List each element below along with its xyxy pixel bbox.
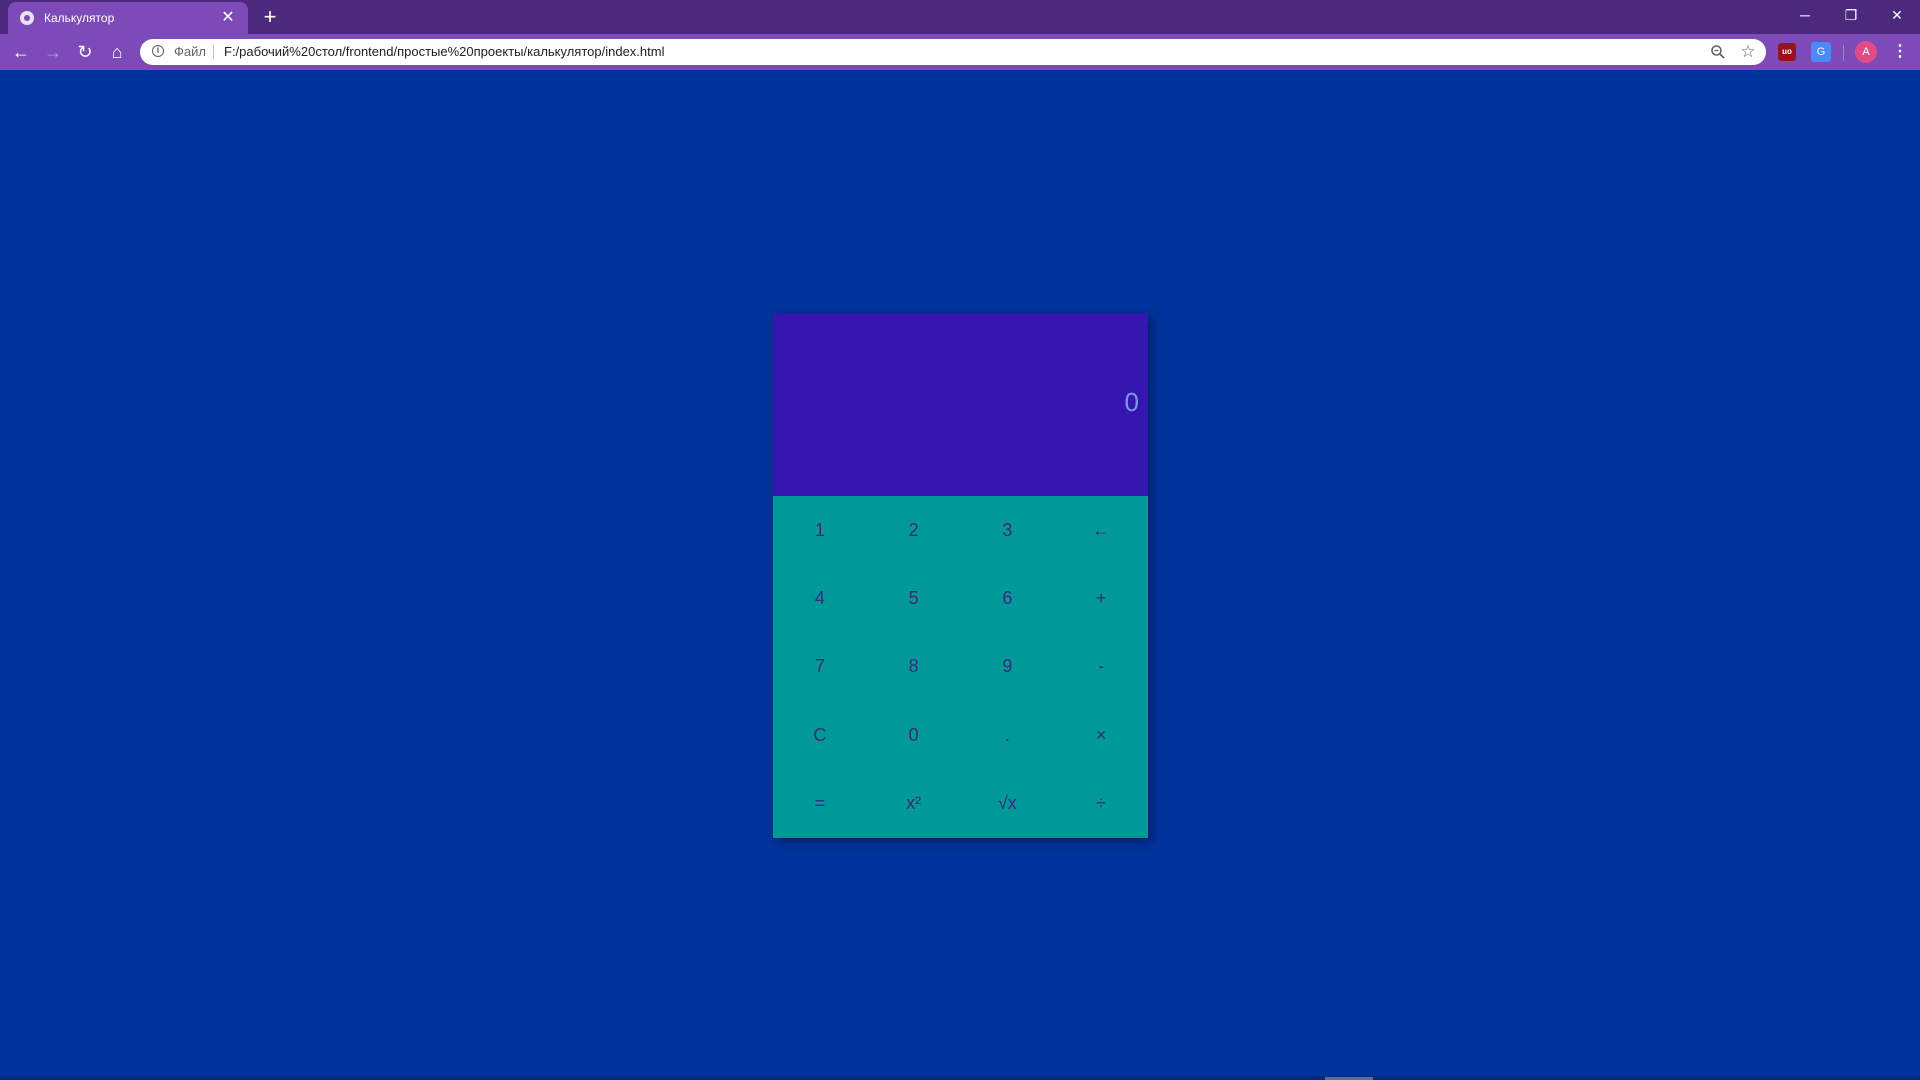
browser-toolbar: ← → ↻ ⌂ i Файл F:/рабочий%20стол/fronten… (0, 34, 1920, 70)
browser-chrome: Калькулятор ✕ + ─ ❐ ✕ ← → ↻ ⌂ i Файл F:/… (0, 0, 1920, 70)
translate-extension-icon[interactable]: G (1811, 42, 1831, 62)
tab-title: Калькулятор (44, 11, 115, 25)
tab-calculator[interactable]: Калькулятор ✕ (8, 2, 248, 34)
url-text[interactable]: F:/рабочий%20стол/frontend/простые%20про… (224, 44, 664, 60)
zoom-icon[interactable] (1710, 44, 1726, 60)
globe-icon (20, 11, 34, 25)
key-0[interactable]: 0 (867, 701, 961, 769)
back-button[interactable]: ← (9, 40, 33, 64)
profile-avatar[interactable]: A (1855, 41, 1877, 63)
restore-button[interactable]: ❐ (1828, 0, 1874, 30)
page-bottom-edge (0, 1076, 1920, 1080)
key-3[interactable]: 3 (961, 496, 1055, 564)
toolbar-divider (1843, 45, 1844, 61)
ublock-extension-icon[interactable]: uo (1778, 43, 1796, 61)
key-plus[interactable]: + (1054, 564, 1148, 632)
key-4[interactable]: 4 (773, 564, 867, 632)
reload-button[interactable]: ↻ (73, 40, 97, 64)
calculator-display: 0 (773, 313, 1148, 496)
window-controls: ─ ❐ ✕ (1782, 0, 1920, 30)
info-icon[interactable]: i (152, 45, 164, 57)
key-square[interactable]: x² (867, 770, 961, 838)
calculator: 0 1 2 3 ← 4 5 6 + 7 8 9 - C 0 . × = x² √… (773, 313, 1148, 838)
tab-close-icon[interactable]: ✕ (218, 8, 238, 28)
key-divide[interactable]: ÷ (1054, 770, 1148, 838)
key-1[interactable]: 1 (773, 496, 867, 564)
key-7[interactable]: 7 (773, 633, 867, 701)
forward-button[interactable]: → (41, 40, 65, 64)
browser-menu-icon[interactable]: ⋮ (1890, 41, 1910, 63)
key-equals[interactable]: = (773, 770, 867, 838)
minimize-button[interactable]: ─ (1782, 0, 1828, 30)
key-5[interactable]: 5 (867, 564, 961, 632)
address-bar[interactable]: i Файл F:/рабочий%20стол/frontend/просты… (140, 39, 1766, 65)
key-6[interactable]: 6 (961, 564, 1055, 632)
home-button[interactable]: ⌂ (105, 40, 129, 64)
key-8[interactable]: 8 (867, 633, 961, 701)
key-multiply[interactable]: × (1054, 701, 1148, 769)
key-minus[interactable]: - (1054, 633, 1148, 701)
tab-strip: Калькулятор ✕ + ─ ❐ ✕ (0, 0, 1920, 34)
key-2[interactable]: 2 (867, 496, 961, 564)
bookmark-star-icon[interactable]: ☆ (1738, 42, 1758, 62)
key-clear[interactable]: C (773, 701, 867, 769)
key-backspace[interactable]: ← (1054, 496, 1148, 564)
calculator-keypad: 1 2 3 ← 4 5 6 + 7 8 9 - C 0 . × = x² √x … (773, 496, 1148, 838)
scheme-label: Файл (174, 44, 206, 59)
key-decimal[interactable]: . (961, 701, 1055, 769)
omnibox-divider (213, 45, 214, 59)
display-value: 0 (1124, 387, 1139, 417)
close-window-button[interactable]: ✕ (1874, 0, 1920, 30)
key-sqrt[interactable]: √x (961, 770, 1055, 838)
new-tab-button[interactable]: + (258, 5, 282, 29)
key-9[interactable]: 9 (961, 633, 1055, 701)
